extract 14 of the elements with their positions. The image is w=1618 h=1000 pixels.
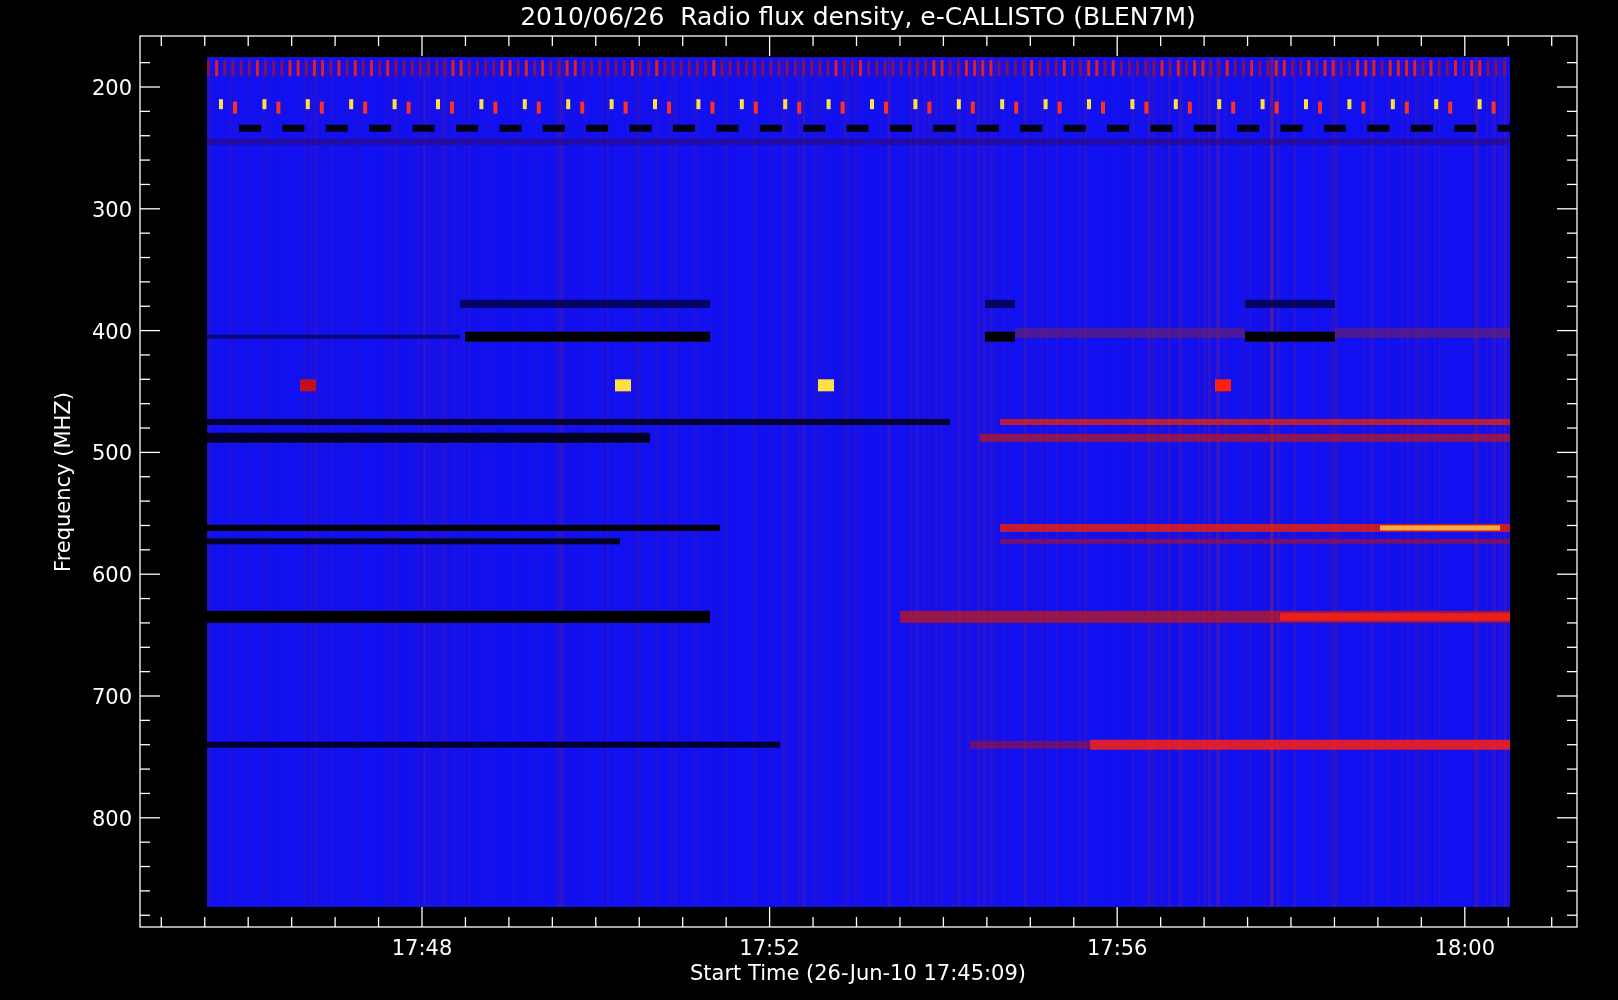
y-tick-label: 700 bbox=[91, 685, 132, 709]
y-tick-label: 800 bbox=[91, 806, 132, 831]
x-axis-label: Start Time (26-Jun-10 17:45:09) bbox=[690, 961, 1026, 985]
x-tick-label: 18:00 bbox=[1434, 936, 1496, 960]
y-tick-label: 600 bbox=[91, 563, 132, 588]
x-tick-label: 17:52 bbox=[739, 936, 800, 960]
y-tick-label: 400 bbox=[91, 319, 132, 344]
x-tick-label: 17:56 bbox=[1086, 936, 1148, 960]
chart-title: 2010/06/26 Radio flux density, e-CALLISTO (BLEN7M) bbox=[520, 2, 1196, 31]
y-axis-label: Frequency (MHZ) bbox=[51, 392, 75, 572]
y-tick-label: 200 bbox=[91, 76, 132, 100]
y-tick-label: 500 bbox=[91, 441, 132, 466]
y-tick-label: 300 bbox=[91, 197, 132, 222]
x-tick-label: 17:48 bbox=[391, 936, 453, 960]
